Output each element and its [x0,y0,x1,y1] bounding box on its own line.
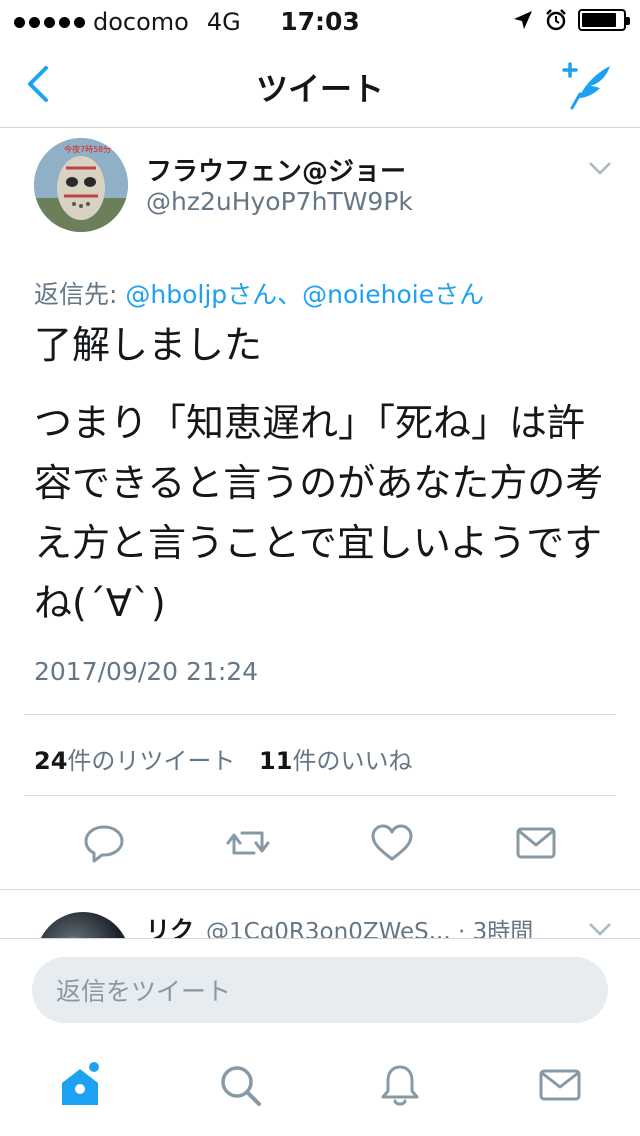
tab-bar [0,1055,640,1135]
tweet-actions [0,819,640,875]
reply-to-prefix: 返信先: [34,280,126,309]
status-right [512,8,630,32]
reply-input[interactable]: 返信をツイート [32,957,608,1023]
nav-bar: ツイート [0,40,640,128]
tweet-timestamp: 2017/09/20 21:24 [34,657,259,686]
messages-envelope-icon[interactable] [536,1061,584,1109]
reply-icon[interactable] [80,819,128,867]
reply-display-name[interactable]: リク [146,910,194,940]
divider [24,714,616,715]
avatar-image: 今夜7時58分 [34,138,128,232]
location-arrow-icon [514,11,532,29]
retweet-count: 24 [34,747,68,775]
reply-mention-link[interactable]: @hboljpさん [125,280,277,309]
reply-handle-time: @1Cg0R3on0ZWeS... · 3時間 [206,919,534,940]
search-icon[interactable] [216,1061,264,1109]
divider [24,795,616,796]
user-handle[interactable]: @hz2uHyoP7hTW9Pk [146,187,413,216]
compose-tweet-icon[interactable] [558,58,614,110]
tweet-text-body: つまり「知恵遅れ」「死ね」は許容できると言うのがあなた方の考え方と言うことで宜し… [34,401,604,625]
reply-to-line: 返信先: @hboljpさん、@noiehoieさん [34,275,484,311]
notifications-bell-icon[interactable] [376,1061,424,1109]
like-label: 件のいいね [292,747,413,775]
direct-message-icon[interactable] [512,819,560,867]
avatar[interactable] [36,912,130,940]
home-icon[interactable] [56,1061,104,1109]
status-bar: docomo 4G 17:03 [0,0,640,40]
chevron-down-icon[interactable] [588,159,612,177]
tweet-text-line: 了解しました [34,323,263,367]
battery-icon [578,9,630,31]
alarm-clock-icon [546,9,566,31]
retweet-icon[interactable] [224,819,272,867]
avatar-caption: 今夜7時58分 [64,144,111,154]
retweet-label: 件のリツイート [67,747,236,775]
like-heart-icon[interactable] [368,819,416,867]
chevron-down-icon[interactable] [588,920,612,938]
avatar[interactable]: 今夜7時58分 [34,138,128,232]
reply-mention-link[interactable]: @noiehoieさん [302,280,484,309]
like-count: 11 [259,747,293,775]
like-stat[interactable]: 11件のいいね [259,747,412,775]
battery-level [582,13,616,27]
display-name[interactable]: フラウフェン@ジョー [146,151,406,188]
page-title: ツイート [255,70,384,108]
bottom-area: 返信をツイート [0,938,640,1136]
reply-separator: 、 [277,280,303,309]
tweet-stats: 24件のリツイート 11件のいいね [34,741,428,776]
reply-tweet-preview[interactable]: リク @1Cg0R3on0ZWeS... · 3時間 [0,890,640,940]
retweet-stat[interactable]: 24件のリツイート [34,747,235,775]
